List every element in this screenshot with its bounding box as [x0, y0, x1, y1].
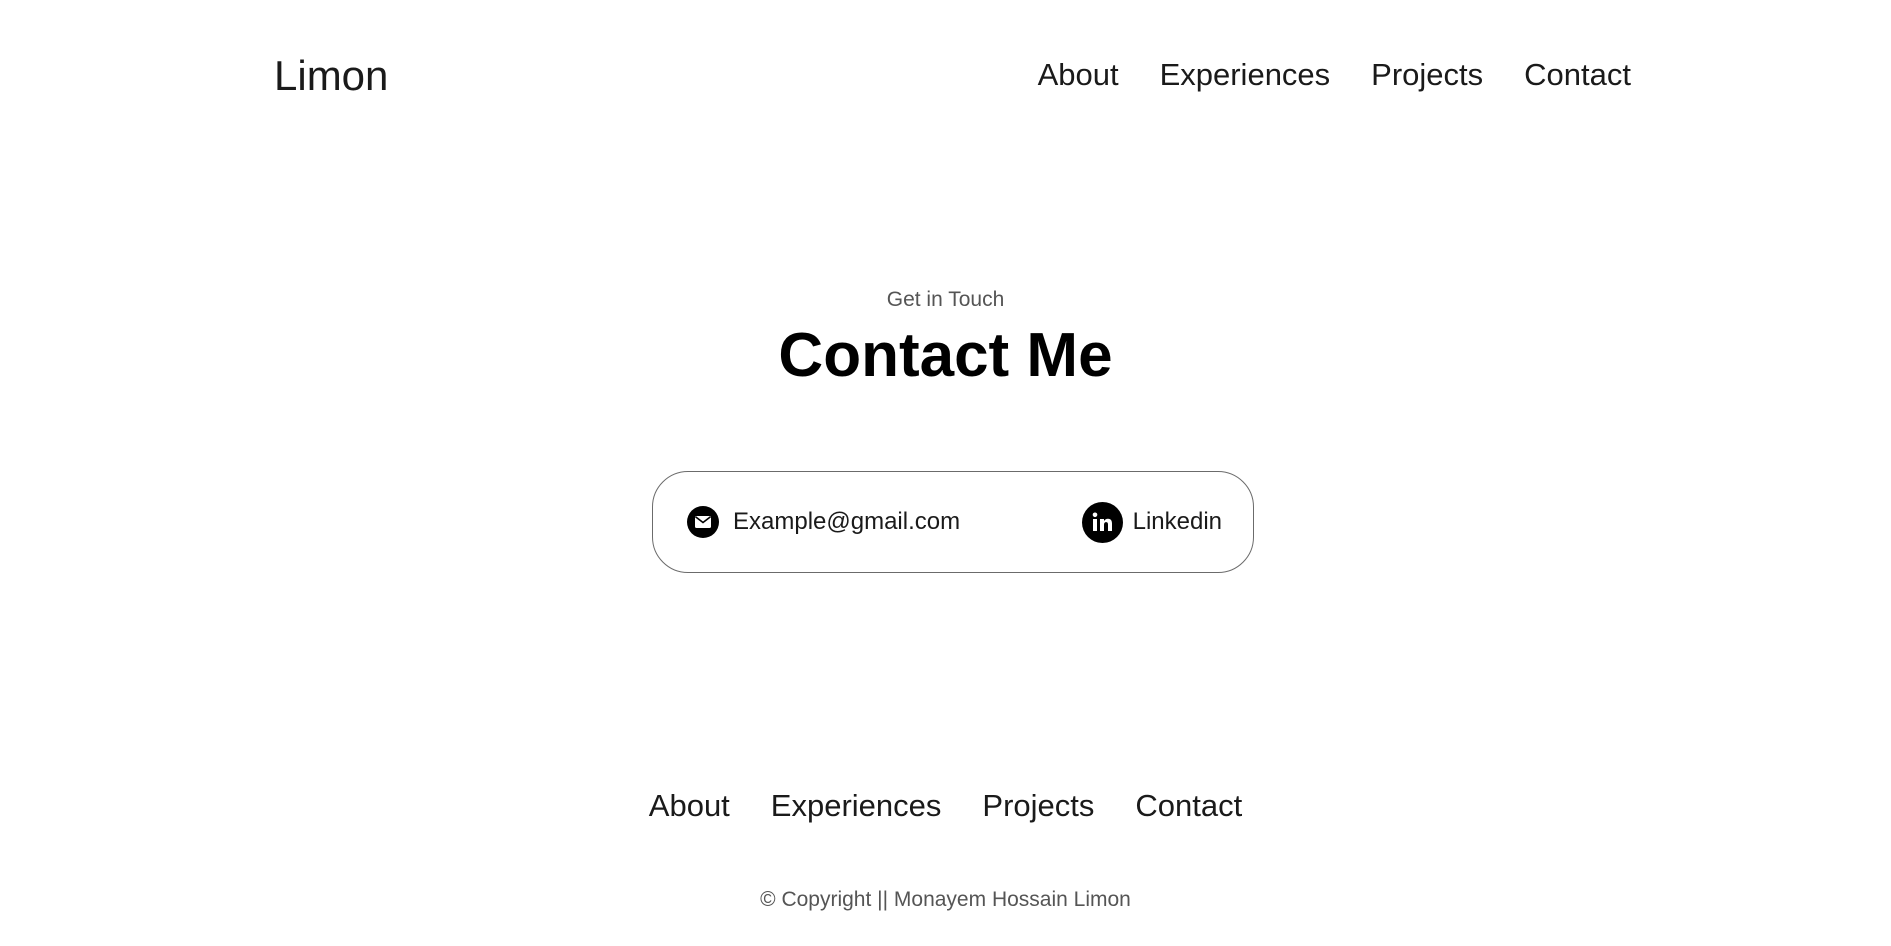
- nav-link-experiences[interactable]: Experiences: [1160, 55, 1331, 95]
- footer-link-contact[interactable]: Contact: [1135, 786, 1242, 826]
- footer-link-projects[interactable]: Projects: [982, 786, 1094, 826]
- contact-section: Get in Touch Contact Me: [0, 286, 1891, 392]
- footer-nav: About Experiences Projects Contact: [0, 786, 1891, 826]
- footer-link-experiences[interactable]: Experiences: [771, 786, 942, 826]
- contact-info-card: Example@gmail.com Linkedin: [652, 471, 1254, 573]
- nav-link-about[interactable]: About: [1038, 55, 1119, 95]
- nav-link-projects[interactable]: Projects: [1371, 55, 1483, 95]
- email-address: Example@gmail.com: [733, 508, 961, 535]
- linkedin-link[interactable]: Linkedin: [1081, 501, 1222, 543]
- linkedin-icon: [1081, 501, 1123, 543]
- section-subtitle: Get in Touch: [886, 288, 1005, 311]
- footer-link-about[interactable]: About: [649, 786, 730, 826]
- portfolio-page: Limon About Experiences Projects Contact…: [0, 0, 1891, 946]
- linkedin-label: Linkedin: [1132, 508, 1222, 535]
- email-icon: [687, 506, 719, 538]
- site-logo[interactable]: Limon: [274, 50, 388, 102]
- header-nav: About Experiences Projects Contact: [1038, 55, 1631, 95]
- section-title: Contact Me: [778, 321, 1113, 390]
- site-header: Limon About Experiences Projects Contact: [0, 0, 1891, 155]
- copyright-text: © Copyright || Monayem Hossain Limon: [760, 888, 1131, 911]
- email-link[interactable]: Example@gmail.com: [687, 506, 960, 538]
- nav-link-contact[interactable]: Contact: [1524, 55, 1631, 95]
